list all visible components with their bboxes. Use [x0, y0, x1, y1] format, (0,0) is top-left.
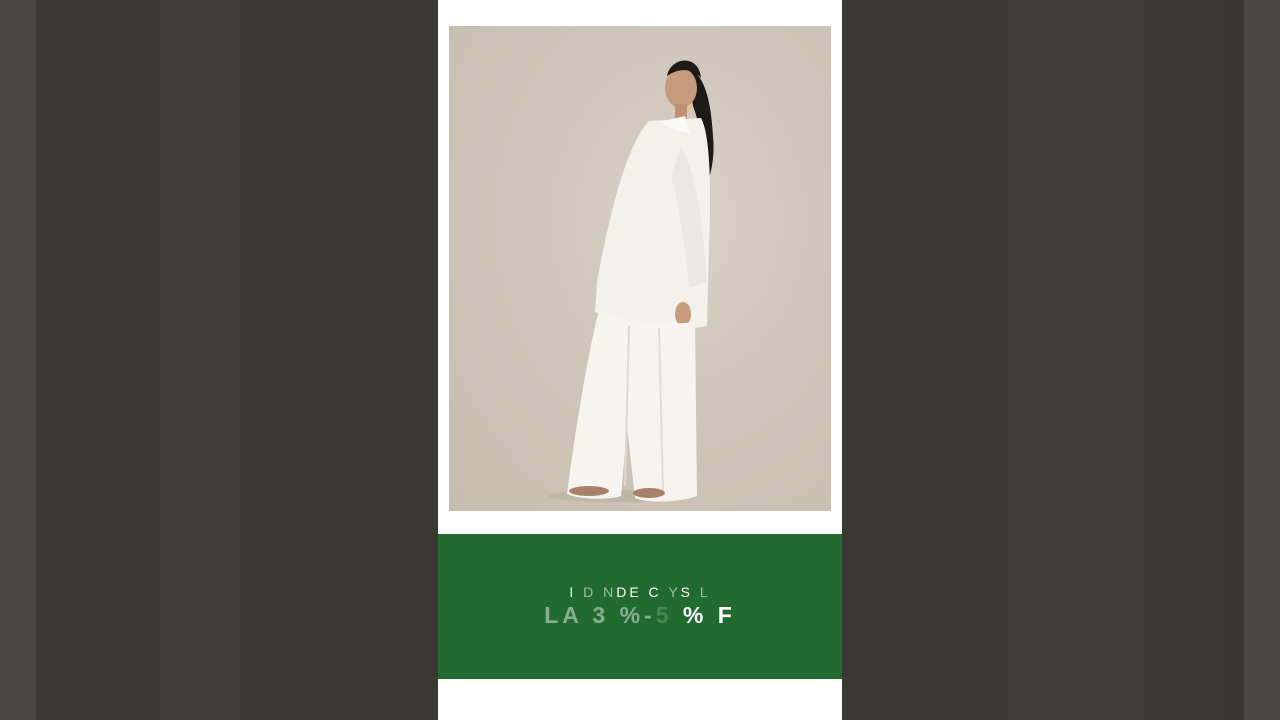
left-letterbox [0, 0, 36, 720]
banner-line2-part: 5 [655, 602, 683, 628]
video-frame[interactable]: I D NDE C YS L LA 3 %-5 % F [438, 0, 842, 720]
promo-banner: I D NDE C YS L LA 3 %-5 % F [438, 534, 842, 679]
product-photo [449, 26, 831, 511]
banner-line1-part: C [641, 584, 669, 600]
banner-line2-part: F [707, 602, 736, 628]
banner-line1-part: N [603, 584, 617, 600]
model-illustration [549, 60, 714, 502]
banner-line1-part: S [680, 584, 693, 600]
banner-line2-part: %- [619, 602, 656, 628]
banner-line2-part: % [682, 602, 708, 628]
banner-line1-part: DE [616, 584, 642, 600]
banner-line2-part: 3 [582, 602, 620, 628]
right-letterbox [1244, 0, 1280, 720]
banner-line1-part: L [693, 584, 711, 600]
banner-line1-part: Y [668, 584, 681, 600]
banner-discount-text: LA 3 %-5 % F [438, 602, 842, 629]
banner-headline: I D NDE C YS L [438, 584, 842, 600]
banner-line1-part: D [576, 584, 604, 600]
banner-line2-part: LA [544, 602, 582, 628]
